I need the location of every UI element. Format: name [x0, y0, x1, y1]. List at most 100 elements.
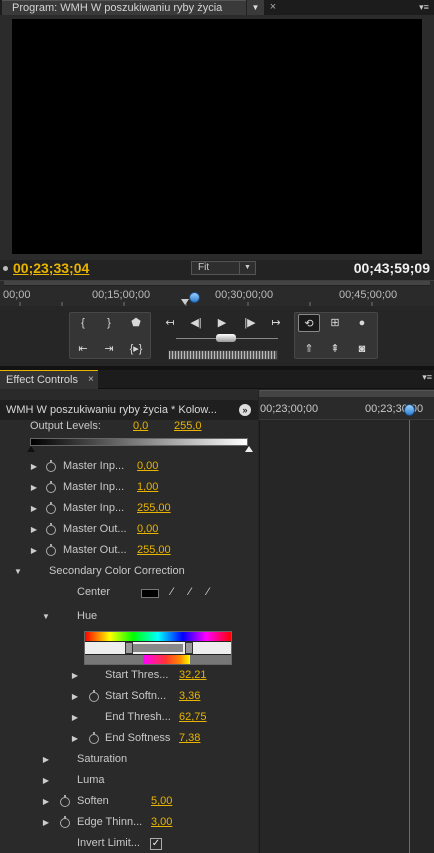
expand-triangle-icon[interactable]: ▶	[41, 749, 51, 770]
shuttle-slider[interactable]	[176, 334, 278, 344]
go-to-next-edit-button[interactable]: ↦	[265, 314, 287, 332]
property-value[interactable]: 7,38	[179, 728, 200, 749]
property-value[interactable]: 5,00	[151, 791, 172, 812]
property-label: End Softness	[105, 732, 171, 744]
close-icon[interactable]: ×	[88, 371, 94, 389]
expand-triangle-icon[interactable]: ▶	[70, 686, 80, 707]
hue-start-handle[interactable]	[125, 642, 133, 654]
play-button[interactable]: ▶	[211, 314, 233, 332]
expand-triangle-icon[interactable]: ▶	[41, 791, 51, 812]
step-back-button[interactable]: ◀|	[185, 314, 207, 332]
video-viewer[interactable]	[12, 19, 422, 254]
in-point-marker[interactable]	[181, 299, 189, 305]
invert-limit-checkbox[interactable]: ✓	[150, 838, 162, 850]
output-levels-high-value[interactable]: 255,0	[174, 416, 202, 437]
eyedropper-plus-icon[interactable]: ⁄	[184, 586, 196, 600]
panel-menu-icon[interactable]: ▾≡	[416, 0, 432, 14]
expand-triangle-icon[interactable]: ▶	[29, 477, 39, 498]
property-label: Master Out...	[63, 523, 127, 535]
property-value[interactable]: 3,00	[151, 812, 172, 833]
property-value[interactable]: 255,00	[137, 498, 171, 519]
mark-out-button[interactable]: }	[98, 314, 120, 332]
stopwatch-icon[interactable]	[89, 690, 99, 702]
output-levels-low-value[interactable]: 0,0	[133, 416, 148, 437]
expand-triangle-icon[interactable]: ▶	[70, 707, 80, 728]
center-label: Center	[77, 586, 111, 598]
expand-triangle-icon[interactable]: ▶	[29, 498, 39, 519]
effect-controls-tab-label: Effect Controls	[6, 374, 78, 386]
zoom-scrollbar[interactable]	[4, 281, 430, 286]
property-row: ▶ End Thresh... 62,75	[0, 707, 258, 728]
property-label: Master Inp...	[63, 460, 125, 472]
hue-range-control[interactable]	[84, 631, 232, 665]
eyedropper-icon[interactable]: ⁄	[166, 586, 178, 600]
property-row: ▶ End Softness 7,38	[0, 728, 258, 749]
center-row: Center	[0, 582, 258, 603]
property-value[interactable]: 0,00	[137, 519, 158, 540]
hue-end-handle[interactable]	[185, 642, 193, 654]
add-marker-button[interactable]: ⬟	[125, 314, 147, 332]
luma-row[interactable]: ▶ Luma	[0, 770, 258, 791]
output-black-slider[interactable]	[27, 446, 35, 452]
saturation-row[interactable]: ▶ Saturation	[0, 749, 258, 770]
current-timecode[interactable]: 00;23;33;04	[13, 260, 89, 276]
safe-margins-button[interactable]: ⊞	[324, 314, 346, 332]
stopwatch-icon[interactable]	[46, 544, 56, 556]
effect-controls-tab[interactable]: Effect Controls ×	[0, 370, 98, 389]
eyedropper-minus-icon[interactable]: ⁄	[202, 586, 214, 600]
property-row: ▶ Master Inp... 255,00	[0, 498, 258, 519]
go-to-in-button[interactable]: ⇤	[72, 340, 94, 358]
panel-menu-icon[interactable]: ▾≡	[422, 372, 432, 383]
extract-button[interactable]: ⇞	[324, 340, 346, 358]
property-row: ▶ Master Inp... 1,00	[0, 477, 258, 498]
property-value[interactable]: 255,00	[137, 540, 171, 561]
property-value[interactable]: 0,00	[137, 456, 158, 477]
stopwatch-icon[interactable]	[60, 795, 70, 807]
expand-triangle-icon[interactable]: ▶	[29, 456, 39, 477]
property-value[interactable]: 3,36	[179, 686, 200, 707]
export-frame-camera-icon[interactable]: ◙	[351, 340, 373, 358]
stopwatch-icon[interactable]	[46, 481, 56, 493]
expand-triangle-icon[interactable]: ▶	[41, 812, 51, 833]
chevron-down-icon[interactable]: ▼	[246, 0, 264, 15]
program-monitor-tab[interactable]: Program: WMH W poszukiwaniu ryby życia	[2, 0, 264, 15]
close-icon[interactable]: ×	[266, 0, 280, 15]
go-to-previous-edit-button[interactable]: ↤	[159, 314, 181, 332]
secondary-color-correction-row[interactable]: ▼ Secondary Color Correction	[0, 561, 258, 582]
property-value[interactable]: 62,75	[179, 707, 207, 728]
playhead-marker[interactable]	[404, 404, 415, 416]
property-value[interactable]: 32,21	[179, 665, 207, 686]
timeline-zoom-scrollbar[interactable]	[259, 390, 434, 397]
mark-in-button[interactable]: {	[72, 314, 94, 332]
collapse-triangle-icon[interactable]: ▼	[13, 561, 23, 582]
stopwatch-icon[interactable]	[89, 732, 99, 744]
expand-triangle-icon[interactable]: ▶	[70, 665, 80, 686]
property-label: Start Thres...	[105, 669, 169, 681]
center-color-swatch[interactable]	[141, 589, 159, 598]
lift-button[interactable]: ⇑	[298, 340, 320, 358]
expand-triangle-icon[interactable]: ▶	[41, 770, 51, 791]
ruler-label: 00;45;00;00	[339, 289, 398, 301]
show-hide-timeline-icon[interactable]: »	[239, 404, 251, 416]
output-white-slider[interactable]	[245, 446, 253, 452]
collapse-triangle-icon[interactable]: ▼	[41, 606, 51, 627]
go-to-out-button[interactable]: ⇥	[98, 340, 120, 358]
jog-wheel[interactable]	[168, 350, 278, 360]
expand-triangle-icon[interactable]: ▶	[29, 540, 39, 561]
stopwatch-icon[interactable]	[46, 502, 56, 514]
property-value[interactable]: 1,00	[137, 477, 158, 498]
playhead-marker[interactable]	[189, 292, 200, 303]
stopwatch-icon[interactable]	[46, 460, 56, 472]
step-forward-button[interactable]: |▶	[239, 314, 261, 332]
expand-triangle-icon[interactable]: ▶	[70, 728, 80, 749]
zoom-select[interactable]: Fit ▼	[191, 261, 256, 275]
hue-row[interactable]: ▼ Hue	[0, 606, 258, 627]
property-label: End Thresh...	[105, 711, 171, 723]
play-in-to-out-button[interactable]: {▸}	[125, 340, 147, 358]
loop-button[interactable]: ⟲	[298, 314, 320, 332]
output-icon[interactable]: ●	[351, 314, 373, 332]
expand-triangle-icon[interactable]: ▶	[29, 519, 39, 540]
program-time-ruler[interactable]: 00;00 00;15;00;00 00;30;00;00 00;45;00;0…	[0, 280, 434, 306]
stopwatch-icon[interactable]	[60, 816, 70, 828]
stopwatch-icon[interactable]	[46, 523, 56, 535]
